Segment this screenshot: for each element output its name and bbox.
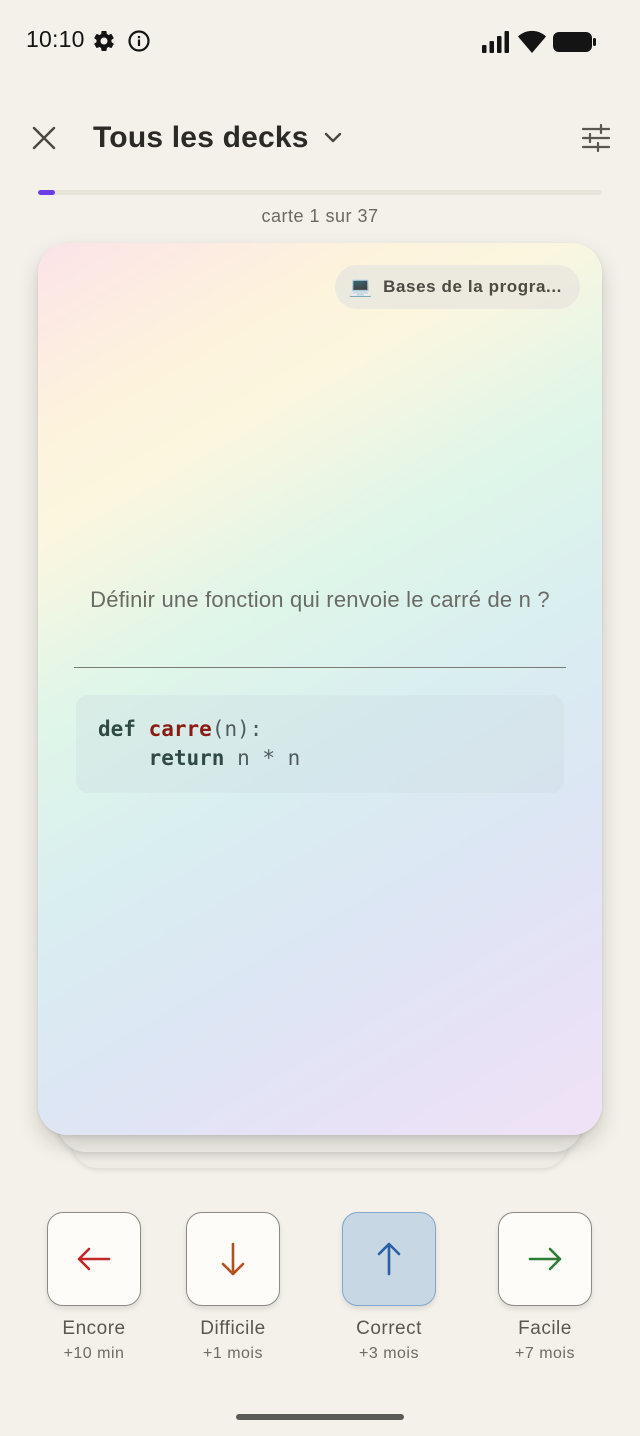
close-button[interactable] <box>22 116 66 160</box>
deck-title: Tous les decks <box>93 121 309 154</box>
hard-button[interactable] <box>186 1212 280 1306</box>
good-interval: +3 mois <box>359 1345 419 1362</box>
good-label: Correct <box>356 1318 422 1339</box>
good-button[interactable] <box>342 1212 436 1306</box>
easy-interval: +7 mois <box>515 1345 575 1362</box>
hard-label: Difficile <box>200 1318 266 1339</box>
sliders-icon <box>581 123 611 153</box>
arrow-down-icon <box>221 1242 245 1276</box>
info-icon <box>127 29 151 58</box>
hard-interval: +1 mois <box>203 1345 263 1362</box>
home-indicator[interactable] <box>236 1414 404 1420</box>
progress-bar <box>38 190 602 195</box>
arrow-right-icon <box>528 1247 562 1271</box>
arrow-up-icon <box>377 1242 401 1276</box>
deck-selector[interactable]: Tous les decks <box>93 114 343 162</box>
again-button[interactable] <box>47 1212 141 1306</box>
answer-divider <box>74 667 566 668</box>
wifi-icon <box>517 30 547 59</box>
close-icon <box>32 126 56 150</box>
top-app-bar: Tous les decks <box>0 100 640 176</box>
status-bar: 10:10 <box>0 0 640 84</box>
card-question: Définir une fonction qui renvoie le carr… <box>90 587 550 612</box>
settings-button[interactable] <box>574 116 618 160</box>
progress-bar-fill <box>38 190 55 195</box>
deck-badge: 💻 Bases de la progra... <box>334 265 580 309</box>
signal-icon <box>482 31 510 58</box>
arrow-left-icon <box>77 1247 111 1271</box>
easy-label: Facile <box>518 1318 572 1339</box>
again-interval: +10 min <box>63 1345 125 1362</box>
code-answer: def carre(n): return n * n <box>76 695 564 793</box>
chevron-down-icon <box>323 131 343 145</box>
answer-easy: Facile +7 mois <box>490 1212 600 1363</box>
flashcard[interactable]: 💻 Bases de la progra... Définir une fonc… <box>38 243 602 1135</box>
deck-badge-label: Bases de la progra... <box>383 277 562 296</box>
answer-good: Correct +3 mois <box>334 1212 444 1363</box>
code-params: (n): <box>211 717 263 741</box>
code-keyword-def: def <box>98 717 136 741</box>
answer-again: Encore +10 min <box>39 1212 149 1363</box>
again-label: Encore <box>62 1318 126 1339</box>
code-function-name: carre <box>148 717 212 741</box>
progress-text: carte 1 sur 37 <box>261 206 379 226</box>
answer-hard: Difficile +1 mois <box>178 1212 288 1363</box>
flashcard-review-screen: 10:10 Tous les decks carte 1 sur 37 💻 Ba… <box>0 0 640 1436</box>
settings-gear-icon <box>92 29 116 58</box>
answer-buttons-row: Encore +10 min Difficile +1 mois Correct… <box>0 1212 640 1372</box>
easy-button[interactable] <box>498 1212 592 1306</box>
status-time: 10:10 <box>26 26 85 52</box>
battery-icon <box>553 31 597 58</box>
laptop-icon: 💻 <box>348 277 374 298</box>
code-keyword-return: return <box>148 746 225 770</box>
code-return-expression: n * n <box>224 746 301 770</box>
